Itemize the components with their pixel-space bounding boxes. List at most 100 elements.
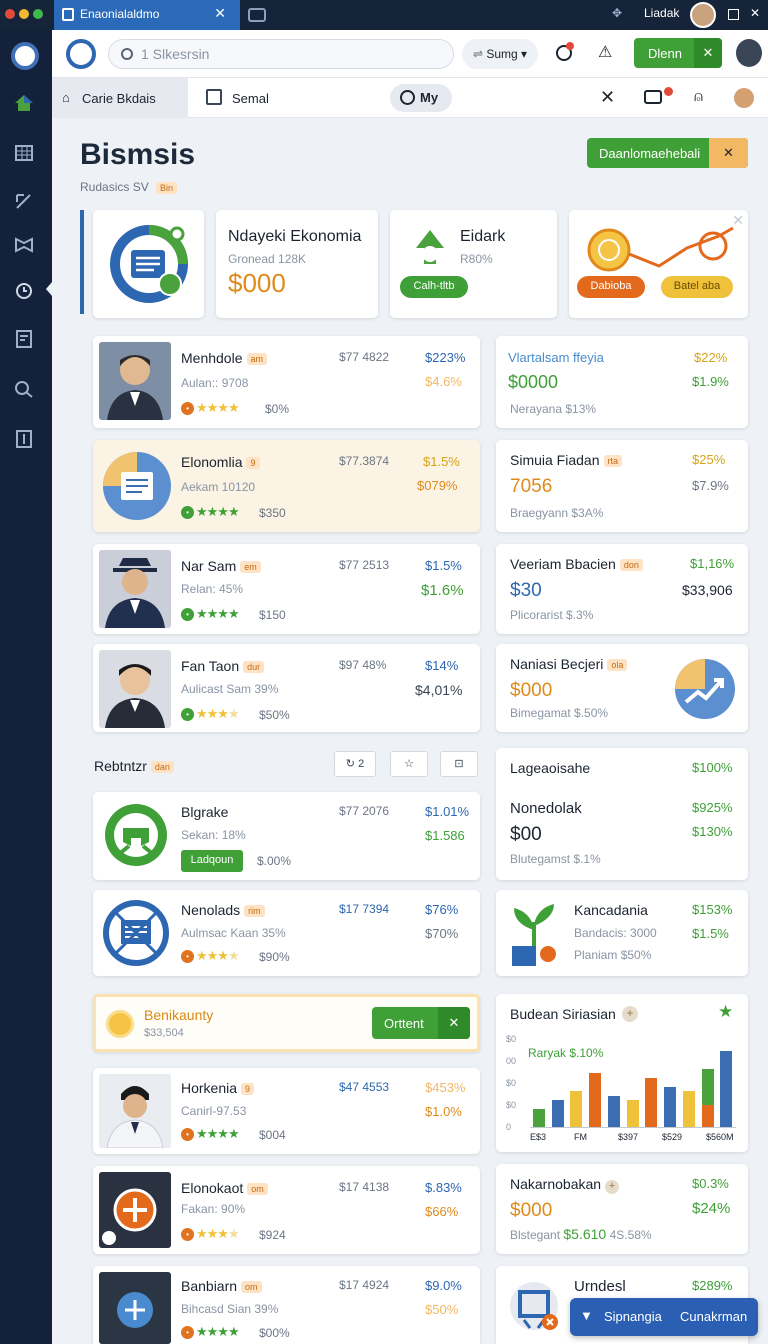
chart-bar[interactable] xyxy=(533,1109,545,1127)
stat-card[interactable]: Veeriam Bbacien don $30 Plicorarist $.3% … xyxy=(496,544,748,634)
window-close-icon[interactable]: ✕ xyxy=(750,6,760,20)
close-window-dot[interactable] xyxy=(5,9,15,19)
chart-x-tick: $529 xyxy=(662,1132,683,1142)
user-icon[interactable]: ⍝ xyxy=(694,88,703,105)
chart-bar[interactable] xyxy=(551,1100,564,1127)
close-icon[interactable]: ✕ xyxy=(600,87,615,108)
panel-icon[interactable] xyxy=(14,430,34,448)
chart-bar[interactable] xyxy=(701,1104,714,1127)
tab-my[interactable]: My xyxy=(390,84,452,112)
list-item[interactable]: Menhdole am Aulan:: 9708 • ★★★★ $0% $77 48… xyxy=(93,336,480,428)
book-icon[interactable] xyxy=(14,236,34,254)
search-icon[interactable] xyxy=(14,380,34,398)
notification-dot xyxy=(566,42,574,50)
warning-icon[interactable]: ⚠ xyxy=(598,42,612,62)
floating-action-bar[interactable]: ▼ Sipnangia Cunakrman xyxy=(570,1298,758,1336)
primary-action-button[interactable]: Dlenn ✕ xyxy=(634,38,722,68)
refresh-button[interactable]: ↻ 2 xyxy=(334,751,376,777)
minimize-window-dot[interactable] xyxy=(19,9,29,19)
stat-card[interactable]: Naniasi Becjeri ola $000 Bimegamat $.50% xyxy=(496,644,748,732)
bar-label-secondary[interactable]: Cunakrman xyxy=(680,1309,747,1324)
clock-icon[interactable] xyxy=(14,282,34,300)
stat-card[interactable]: Nakarnobakan + $000 Blstegant $5.610 4S.… xyxy=(496,1164,748,1254)
chip-dabioba[interactable]: Dabioba xyxy=(577,276,645,298)
document-icon[interactable] xyxy=(14,330,34,348)
chart-y-tick: $0 xyxy=(506,1034,517,1044)
brand-logo-icon[interactable] xyxy=(66,39,96,69)
list-item[interactable]: Fan Taon dur Aulicast Sam 39% • ★★★★ $50% … xyxy=(93,644,480,732)
section-count: 2 xyxy=(358,758,365,770)
tab-carie-bkdais[interactable]: ⌂ Carie Bkdais xyxy=(52,78,188,118)
maximize-window-dot[interactable] xyxy=(33,9,43,19)
promo-banner[interactable]: Benikaunty $33,504 Orttent ✕ xyxy=(93,994,480,1052)
status-chip[interactable]: Calh-tltb xyxy=(400,276,468,298)
summary-card-eidark[interactable]: Eidark R80% Calh-tltb xyxy=(390,210,557,318)
list-item[interactable]: Banbiarn om Bihcasd Sian 39% • ★★★★ $00% $… xyxy=(93,1266,480,1344)
download-button[interactable]: Daanlomaehebali ✕ xyxy=(587,138,748,168)
list-item[interactable]: Blgrake Sekan: 18% Ladqoun $.00% $77 207… xyxy=(93,792,480,880)
chart-bar[interactable] xyxy=(664,1086,677,1127)
bar-label-primary[interactable]: Sipnangia xyxy=(604,1309,662,1324)
star-icon[interactable]: ★ xyxy=(718,1002,733,1022)
chart-bar[interactable] xyxy=(570,1091,583,1127)
app-logo-icon[interactable] xyxy=(11,42,39,70)
avatar xyxy=(99,1074,171,1148)
stat-card[interactable]: Lageaoisahe $100% Nonedolak $00 Blutegam… xyxy=(496,748,748,880)
grid-icon[interactable] xyxy=(14,144,34,162)
chart-bar[interactable] xyxy=(682,1091,695,1127)
star-button[interactable]: ☆ xyxy=(390,751,428,777)
window-restore-icon[interactable] xyxy=(728,9,739,20)
promo-action-button[interactable]: Orttent ✕ xyxy=(372,1007,470,1039)
item-price: $00% xyxy=(259,1326,290,1340)
inbox-icon[interactable] xyxy=(644,90,662,104)
browser-tab[interactable]: Enaonialaldmo ✕ xyxy=(54,0,240,30)
close-icon[interactable]: ✕ xyxy=(438,1007,470,1039)
stat-change: $289% xyxy=(692,1278,733,1293)
stat-title: Urndesl xyxy=(574,1278,626,1295)
chart-x-tick: E$3 xyxy=(530,1132,547,1142)
extension-icon[interactable]: ✥ xyxy=(612,6,622,20)
item-value: $17 4138 xyxy=(339,1180,390,1194)
stat-card[interactable]: Simuia Fiadan rta 7056 Braegyann $3A% $25… xyxy=(496,440,748,532)
avatar[interactable] xyxy=(734,37,764,69)
avatar[interactable] xyxy=(734,88,754,108)
home-icon[interactable] xyxy=(14,94,34,112)
new-tab-icon[interactable] xyxy=(248,8,266,22)
chart-bar[interactable] xyxy=(607,1095,620,1127)
close-icon[interactable]: ✕ xyxy=(214,5,226,22)
rating-stars: • ★★★★ xyxy=(181,1126,240,1142)
list-item[interactable]: Nar Sam em Relan: 45% • ★★★★ $150 $77 2513… xyxy=(93,544,480,634)
stat-change-secondary: $1.9% xyxy=(692,374,729,389)
stat-card[interactable]: Vlartalsam ffeyia $0000 Nerayana $13% $2… xyxy=(496,336,748,428)
close-icon[interactable]: ✕ xyxy=(709,138,748,168)
list-item[interactable]: Horkenia 9 Canirl-97.53 • ★★★★ $004 $47 45… xyxy=(93,1068,480,1154)
export-button[interactable]: ⊡ xyxy=(440,751,478,777)
summary-card-icon[interactable] xyxy=(93,210,204,318)
status-chip[interactable]: Ladqoun xyxy=(181,850,243,872)
chart-bar[interactable] xyxy=(589,1073,602,1127)
sort-dropdown[interactable]: ⇌ Sumg ▾ xyxy=(462,39,538,69)
chart-title: Budean Siriasian xyxy=(510,1006,616,1022)
list-item[interactable]: Elonomlia 9 Aekam 10120 • ★★★★ $350 $77.38… xyxy=(93,440,480,532)
tab-semal[interactable]: Semal xyxy=(206,78,386,118)
list-item[interactable]: Elonokaot om Fakan: 90% • ★★★★ $924 $17 41… xyxy=(93,1166,480,1254)
item-value: $77 2076 xyxy=(339,804,390,818)
avatar[interactable] xyxy=(690,2,716,28)
item-price: $90% xyxy=(259,950,290,964)
pen-icon[interactable] xyxy=(14,192,34,210)
stat-card[interactable]: Kancadania Bandacis: 3000 Planiam $50% $… xyxy=(496,890,748,976)
summary-card-ekonomia[interactable]: Ndayeki Ekonomia Gronead 128K $000 xyxy=(216,210,378,318)
profile-label[interactable]: Liadak xyxy=(644,6,679,20)
chart-bar[interactable] xyxy=(645,1077,658,1127)
list-item[interactable]: Nenolads rim Aulmsac Kaan 35% • ★★★★ $90% … xyxy=(93,890,480,976)
summary-card-chart[interactable]: ✕ Dabioba Batel aba xyxy=(569,210,748,318)
search-placeholder: 1 Slkesrsin xyxy=(141,46,210,62)
chip-batel-aba[interactable]: Batel aba xyxy=(661,276,733,298)
chart-bar[interactable] xyxy=(626,1100,639,1127)
chart-bar[interactable] xyxy=(720,1050,733,1127)
stat-subtitle: Blstegant $5.610 4S.58% xyxy=(510,1226,652,1242)
close-icon[interactable]: ✕ xyxy=(694,38,722,68)
search-input[interactable]: 1 Slkesrsin xyxy=(108,39,454,69)
item-subtitle: Aulmsac Kaan 35% xyxy=(181,926,286,940)
add-icon[interactable]: + xyxy=(622,1006,638,1022)
